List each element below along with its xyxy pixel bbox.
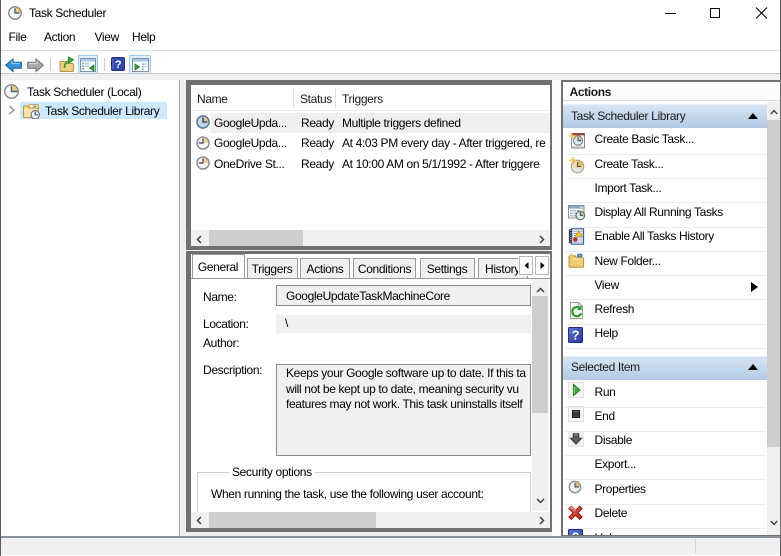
svg-text:?: ? <box>115 59 122 71</box>
svg-text:?: ? <box>572 328 580 342</box>
